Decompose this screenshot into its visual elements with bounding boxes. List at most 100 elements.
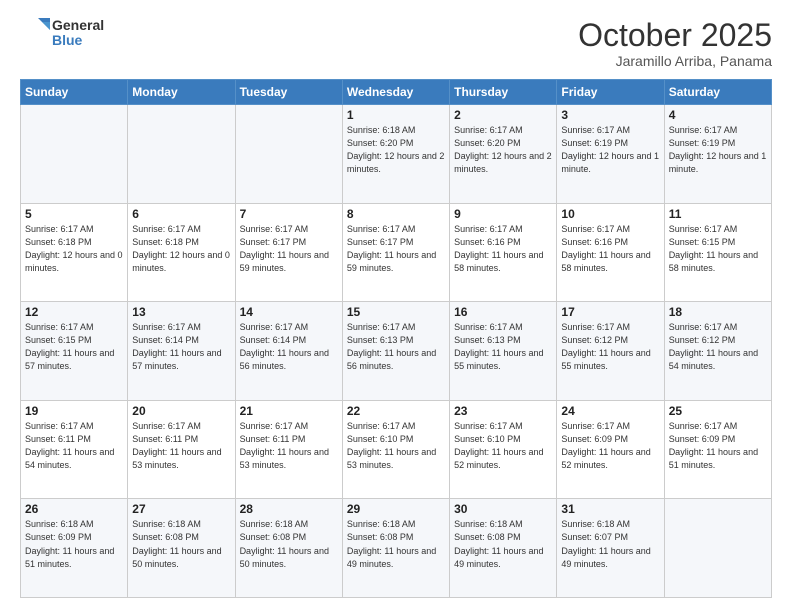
table-row: 8 Sunrise: 6:17 AMSunset: 6:17 PMDayligh… <box>342 203 449 302</box>
cell-info: Sunrise: 6:17 AMSunset: 6:14 PMDaylight:… <box>240 321 338 373</box>
cell-info: Sunrise: 6:17 AMSunset: 6:11 PMDaylight:… <box>240 420 338 472</box>
calendar-week-3: 19 Sunrise: 6:17 AMSunset: 6:11 PMDaylig… <box>21 400 772 499</box>
day-number: 2 <box>454 108 552 122</box>
cell-info: Sunrise: 6:18 AMSunset: 6:08 PMDaylight:… <box>240 518 338 570</box>
day-number: 21 <box>240 404 338 418</box>
cell-info: Sunrise: 6:18 AMSunset: 6:09 PMDaylight:… <box>25 518 123 570</box>
calendar-header-row: Sunday Monday Tuesday Wednesday Thursday… <box>21 80 772 105</box>
day-number: 14 <box>240 305 338 319</box>
cell-info: Sunrise: 6:17 AMSunset: 6:14 PMDaylight:… <box>132 321 230 373</box>
table-row: 7 Sunrise: 6:17 AMSunset: 6:17 PMDayligh… <box>235 203 342 302</box>
header-wednesday: Wednesday <box>342 80 449 105</box>
logo-graphic-icon <box>20 18 50 48</box>
day-number: 9 <box>454 207 552 221</box>
cell-info: Sunrise: 6:17 AMSunset: 6:16 PMDaylight:… <box>561 223 659 275</box>
day-number: 13 <box>132 305 230 319</box>
table-row: 4 Sunrise: 6:17 AMSunset: 6:19 PMDayligh… <box>664 105 771 204</box>
day-number: 16 <box>454 305 552 319</box>
header-sunday: Sunday <box>21 80 128 105</box>
header: General Blue October 2025 Jaramillo Arri… <box>20 18 772 69</box>
table-row: 20 Sunrise: 6:17 AMSunset: 6:11 PMDaylig… <box>128 400 235 499</box>
day-number: 12 <box>25 305 123 319</box>
logo: General Blue <box>20 18 104 49</box>
table-row: 11 Sunrise: 6:17 AMSunset: 6:15 PMDaylig… <box>664 203 771 302</box>
table-row <box>21 105 128 204</box>
logo-blue: Blue <box>52 33 104 48</box>
day-number: 7 <box>240 207 338 221</box>
cell-info: Sunrise: 6:18 AMSunset: 6:20 PMDaylight:… <box>347 124 445 176</box>
table-row: 23 Sunrise: 6:17 AMSunset: 6:10 PMDaylig… <box>450 400 557 499</box>
cell-info: Sunrise: 6:17 AMSunset: 6:18 PMDaylight:… <box>132 223 230 275</box>
cell-info: Sunrise: 6:17 AMSunset: 6:15 PMDaylight:… <box>669 223 767 275</box>
table-row: 6 Sunrise: 6:17 AMSunset: 6:18 PMDayligh… <box>128 203 235 302</box>
cell-info: Sunrise: 6:17 AMSunset: 6:18 PMDaylight:… <box>25 223 123 275</box>
calendar-table: Sunday Monday Tuesday Wednesday Thursday… <box>20 79 772 598</box>
day-number: 18 <box>669 305 767 319</box>
page: General Blue October 2025 Jaramillo Arri… <box>0 0 792 612</box>
day-number: 15 <box>347 305 445 319</box>
cell-info: Sunrise: 6:17 AMSunset: 6:10 PMDaylight:… <box>454 420 552 472</box>
day-number: 8 <box>347 207 445 221</box>
table-row: 26 Sunrise: 6:18 AMSunset: 6:09 PMDaylig… <box>21 499 128 598</box>
logo-text: General Blue <box>52 18 104 49</box>
day-number: 3 <box>561 108 659 122</box>
day-number: 11 <box>669 207 767 221</box>
cell-info: Sunrise: 6:17 AMSunset: 6:11 PMDaylight:… <box>132 420 230 472</box>
calendar-week-4: 26 Sunrise: 6:18 AMSunset: 6:09 PMDaylig… <box>21 499 772 598</box>
cell-info: Sunrise: 6:17 AMSunset: 6:16 PMDaylight:… <box>454 223 552 275</box>
table-row: 22 Sunrise: 6:17 AMSunset: 6:10 PMDaylig… <box>342 400 449 499</box>
day-number: 17 <box>561 305 659 319</box>
calendar-week-0: 1 Sunrise: 6:18 AMSunset: 6:20 PMDayligh… <box>21 105 772 204</box>
table-row: 28 Sunrise: 6:18 AMSunset: 6:08 PMDaylig… <box>235 499 342 598</box>
cell-info: Sunrise: 6:17 AMSunset: 6:19 PMDaylight:… <box>561 124 659 176</box>
cell-info: Sunrise: 6:17 AMSunset: 6:12 PMDaylight:… <box>561 321 659 373</box>
table-row: 12 Sunrise: 6:17 AMSunset: 6:15 PMDaylig… <box>21 302 128 401</box>
day-number: 27 <box>132 502 230 516</box>
header-friday: Friday <box>557 80 664 105</box>
day-number: 29 <box>347 502 445 516</box>
table-row: 30 Sunrise: 6:18 AMSunset: 6:08 PMDaylig… <box>450 499 557 598</box>
calendar-week-1: 5 Sunrise: 6:17 AMSunset: 6:18 PMDayligh… <box>21 203 772 302</box>
day-number: 26 <box>25 502 123 516</box>
day-number: 22 <box>347 404 445 418</box>
cell-info: Sunrise: 6:17 AMSunset: 6:12 PMDaylight:… <box>669 321 767 373</box>
table-row: 27 Sunrise: 6:18 AMSunset: 6:08 PMDaylig… <box>128 499 235 598</box>
table-row: 16 Sunrise: 6:17 AMSunset: 6:13 PMDaylig… <box>450 302 557 401</box>
month-title: October 2025 <box>578 18 772 53</box>
table-row: 31 Sunrise: 6:18 AMSunset: 6:07 PMDaylig… <box>557 499 664 598</box>
cell-info: Sunrise: 6:17 AMSunset: 6:11 PMDaylight:… <box>25 420 123 472</box>
cell-info: Sunrise: 6:17 AMSunset: 6:10 PMDaylight:… <box>347 420 445 472</box>
header-thursday: Thursday <box>450 80 557 105</box>
table-row: 29 Sunrise: 6:18 AMSunset: 6:08 PMDaylig… <box>342 499 449 598</box>
table-row: 17 Sunrise: 6:17 AMSunset: 6:12 PMDaylig… <box>557 302 664 401</box>
day-number: 20 <box>132 404 230 418</box>
cell-info: Sunrise: 6:18 AMSunset: 6:08 PMDaylight:… <box>347 518 445 570</box>
table-row: 19 Sunrise: 6:17 AMSunset: 6:11 PMDaylig… <box>21 400 128 499</box>
logo-general: General <box>52 18 104 33</box>
table-row: 10 Sunrise: 6:17 AMSunset: 6:16 PMDaylig… <box>557 203 664 302</box>
title-block: October 2025 Jaramillo Arriba, Panama <box>578 18 772 69</box>
day-number: 25 <box>669 404 767 418</box>
cell-info: Sunrise: 6:17 AMSunset: 6:13 PMDaylight:… <box>347 321 445 373</box>
cell-info: Sunrise: 6:18 AMSunset: 6:08 PMDaylight:… <box>454 518 552 570</box>
cell-info: Sunrise: 6:17 AMSunset: 6:20 PMDaylight:… <box>454 124 552 176</box>
header-saturday: Saturday <box>664 80 771 105</box>
table-row <box>128 105 235 204</box>
table-row: 18 Sunrise: 6:17 AMSunset: 6:12 PMDaylig… <box>664 302 771 401</box>
table-row: 5 Sunrise: 6:17 AMSunset: 6:18 PMDayligh… <box>21 203 128 302</box>
cell-info: Sunrise: 6:18 AMSunset: 6:08 PMDaylight:… <box>132 518 230 570</box>
day-number: 1 <box>347 108 445 122</box>
cell-info: Sunrise: 6:17 AMSunset: 6:09 PMDaylight:… <box>669 420 767 472</box>
table-row: 14 Sunrise: 6:17 AMSunset: 6:14 PMDaylig… <box>235 302 342 401</box>
day-number: 5 <box>25 207 123 221</box>
day-number: 4 <box>669 108 767 122</box>
cell-info: Sunrise: 6:18 AMSunset: 6:07 PMDaylight:… <box>561 518 659 570</box>
day-number: 30 <box>454 502 552 516</box>
day-number: 19 <box>25 404 123 418</box>
cell-info: Sunrise: 6:17 AMSunset: 6:17 PMDaylight:… <box>240 223 338 275</box>
table-row: 13 Sunrise: 6:17 AMSunset: 6:14 PMDaylig… <box>128 302 235 401</box>
cell-info: Sunrise: 6:17 AMSunset: 6:17 PMDaylight:… <box>347 223 445 275</box>
table-row: 24 Sunrise: 6:17 AMSunset: 6:09 PMDaylig… <box>557 400 664 499</box>
day-number: 23 <box>454 404 552 418</box>
header-monday: Monday <box>128 80 235 105</box>
